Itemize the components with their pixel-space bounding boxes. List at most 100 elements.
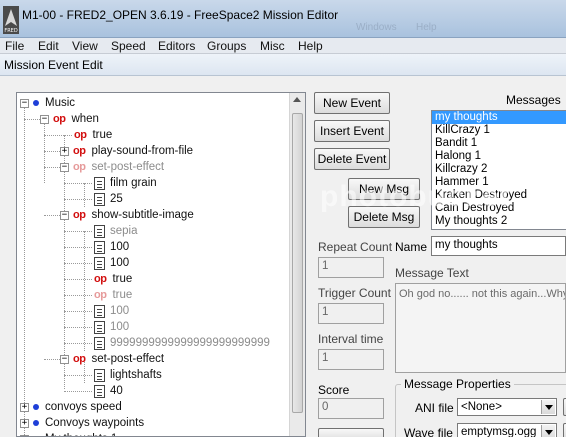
message-list-item[interactable]: my thoughts (432, 111, 566, 124)
operator-icon: op (73, 161, 86, 173)
tree-node[interactable]: − op show-subtitle-image (60, 207, 194, 223)
tree-node[interactable]: 25 (94, 191, 123, 207)
tree-node[interactable]: 100 (94, 239, 129, 255)
data-document-icon (94, 192, 105, 206)
ani-file-select[interactable]: <None> (457, 398, 557, 416)
tree-node-label: set-post-effect (91, 161, 165, 173)
menu-editors[interactable]: Editors (158, 39, 195, 53)
tree-node[interactable]: 9999999999999999999999999 (94, 335, 270, 351)
tree-node-label: true (112, 289, 133, 301)
insert-event-button[interactable]: Insert Event (314, 120, 390, 142)
tree-node[interactable]: film grain (94, 175, 157, 191)
message-list-item[interactable]: My thoughts 2 (432, 215, 566, 228)
background-menu-ghost-help: Help (416, 22, 437, 33)
chevron-down-icon[interactable] (541, 425, 555, 437)
data-document-icon (94, 368, 105, 382)
message-list-item[interactable]: Killcrazy 2 (432, 163, 566, 176)
delete-event-button[interactable]: Delete Event (314, 148, 390, 170)
tree-node[interactable]: + op play-sound-from-file (60, 143, 193, 159)
scroll-up-arrow-icon[interactable] (293, 97, 301, 102)
operator-icon: op (73, 145, 86, 157)
wave-file-select[interactable]: emptymsg.ogg (457, 423, 557, 437)
ani-file-value: <None> (461, 401, 502, 413)
tree-node-label: Music (45, 97, 76, 109)
tree-node-label: lightshafts (110, 369, 162, 381)
tree-node[interactable]: − op when (40, 111, 99, 127)
repeat-count-label: Repeat Count (318, 240, 393, 254)
tree-node[interactable]: op true (74, 127, 112, 143)
new-event-button[interactable]: New Event (314, 92, 390, 114)
menu-misc[interactable]: Misc (260, 39, 285, 53)
expand-icon[interactable]: + (20, 418, 29, 428)
tree-node[interactable]: 100 (94, 255, 129, 271)
tree-node[interactable]: − op set-post-effect (60, 351, 164, 367)
tree-node-label: set-post-effect (91, 353, 165, 365)
tree-node[interactable]: lightshafts (94, 367, 162, 383)
expand-icon[interactable]: + (20, 402, 29, 412)
event-bullet-icon (33, 420, 39, 426)
message-text-label: Message Text (395, 266, 469, 280)
menu-speed[interactable]: Speed (111, 39, 146, 53)
tree-node-label: film grain (110, 177, 157, 189)
tree-node[interactable]: 40 (94, 383, 123, 399)
tree-node-label: 100 (110, 305, 130, 317)
tree-node[interactable]: 100 (94, 303, 129, 319)
data-document-icon (94, 256, 105, 270)
tree-node-label: My thoughts 1 (45, 433, 117, 436)
tree-node[interactable]: +My thoughts 1 (20, 431, 117, 436)
chevron-down-icon[interactable] (541, 400, 555, 414)
score-label: Score (318, 383, 350, 397)
collapse-icon[interactable]: − (60, 210, 69, 220)
fred-app-icon: FRED (3, 6, 19, 34)
interval-time-label: Interval time (318, 332, 384, 346)
tree-node-label: show-subtitle-image (91, 209, 194, 221)
tree-scrollbar[interactable] (289, 93, 305, 436)
tree-node-label: true (92, 129, 113, 141)
data-document-icon (94, 176, 105, 190)
tree-node[interactable]: + Convoys waypoints (20, 415, 144, 431)
wave-file-label: Wave file (404, 426, 453, 437)
tree-node-label: sepia (110, 225, 138, 237)
tree-node[interactable]: + convoys speed (20, 399, 122, 415)
event-tree[interactable]: − Music − op when op true + op play-sound-from-fi… (16, 92, 306, 437)
name-label: Name (395, 240, 428, 254)
partial-button[interactable] (318, 428, 384, 437)
tree-node[interactable]: − Music (20, 95, 75, 111)
tree-node[interactable]: − op set-post-effect (60, 159, 164, 175)
repeat-count-field[interactable]: 1 (318, 257, 384, 278)
scrollbar-thumb[interactable] (292, 113, 303, 413)
collapse-icon[interactable]: − (60, 354, 69, 364)
collapse-icon[interactable]: − (40, 114, 49, 124)
menu-bar: File Edit View Speed Editors Groups Misc… (0, 38, 566, 54)
menu-edit[interactable]: Edit (38, 39, 59, 53)
tree-node-label: true (112, 273, 133, 285)
expand-icon[interactable]: + (60, 146, 69, 156)
collapse-icon[interactable]: − (60, 162, 69, 172)
svg-text:FRED: FRED (4, 28, 18, 34)
message-list-item[interactable]: KillCrazy 1 (432, 124, 566, 137)
menu-groups[interactable]: Groups (207, 39, 246, 53)
menu-view[interactable]: View (72, 39, 98, 53)
name-input[interactable]: my thoughts (431, 236, 566, 256)
menu-help[interactable]: Help (298, 39, 323, 53)
message-text-area[interactable]: Oh god no...... not this again...Why is (395, 283, 566, 373)
menu-file[interactable]: File (5, 39, 24, 53)
window-title: M1-00 - FRED2_OPEN 3.6.19 - FreeSpace2 M… (22, 8, 339, 22)
tree-node-label: 40 (110, 385, 123, 397)
message-list-item[interactable]: Halong 1 (432, 150, 566, 163)
tree-node[interactable]: op true (94, 287, 132, 303)
background-menu-ghost-windows: Windows (356, 22, 397, 33)
tree-node-label: 100 (110, 321, 130, 333)
tree-node[interactable]: op true (94, 271, 132, 287)
operator-icon: op (74, 129, 87, 141)
tree-node[interactable]: sepia (94, 223, 138, 239)
collapse-icon[interactable]: − (20, 98, 29, 108)
tree-node-label: 25 (110, 193, 123, 205)
score-field[interactable]: 0 (318, 398, 384, 419)
tree-node[interactable]: 100 (94, 319, 129, 335)
data-document-icon (94, 224, 105, 238)
interval-time-field[interactable]: 1 (318, 349, 384, 370)
trigger-count-field[interactable]: 1 (318, 303, 384, 324)
operator-icon: op (73, 353, 86, 365)
message-list-item[interactable]: Bandit 1 (432, 137, 566, 150)
